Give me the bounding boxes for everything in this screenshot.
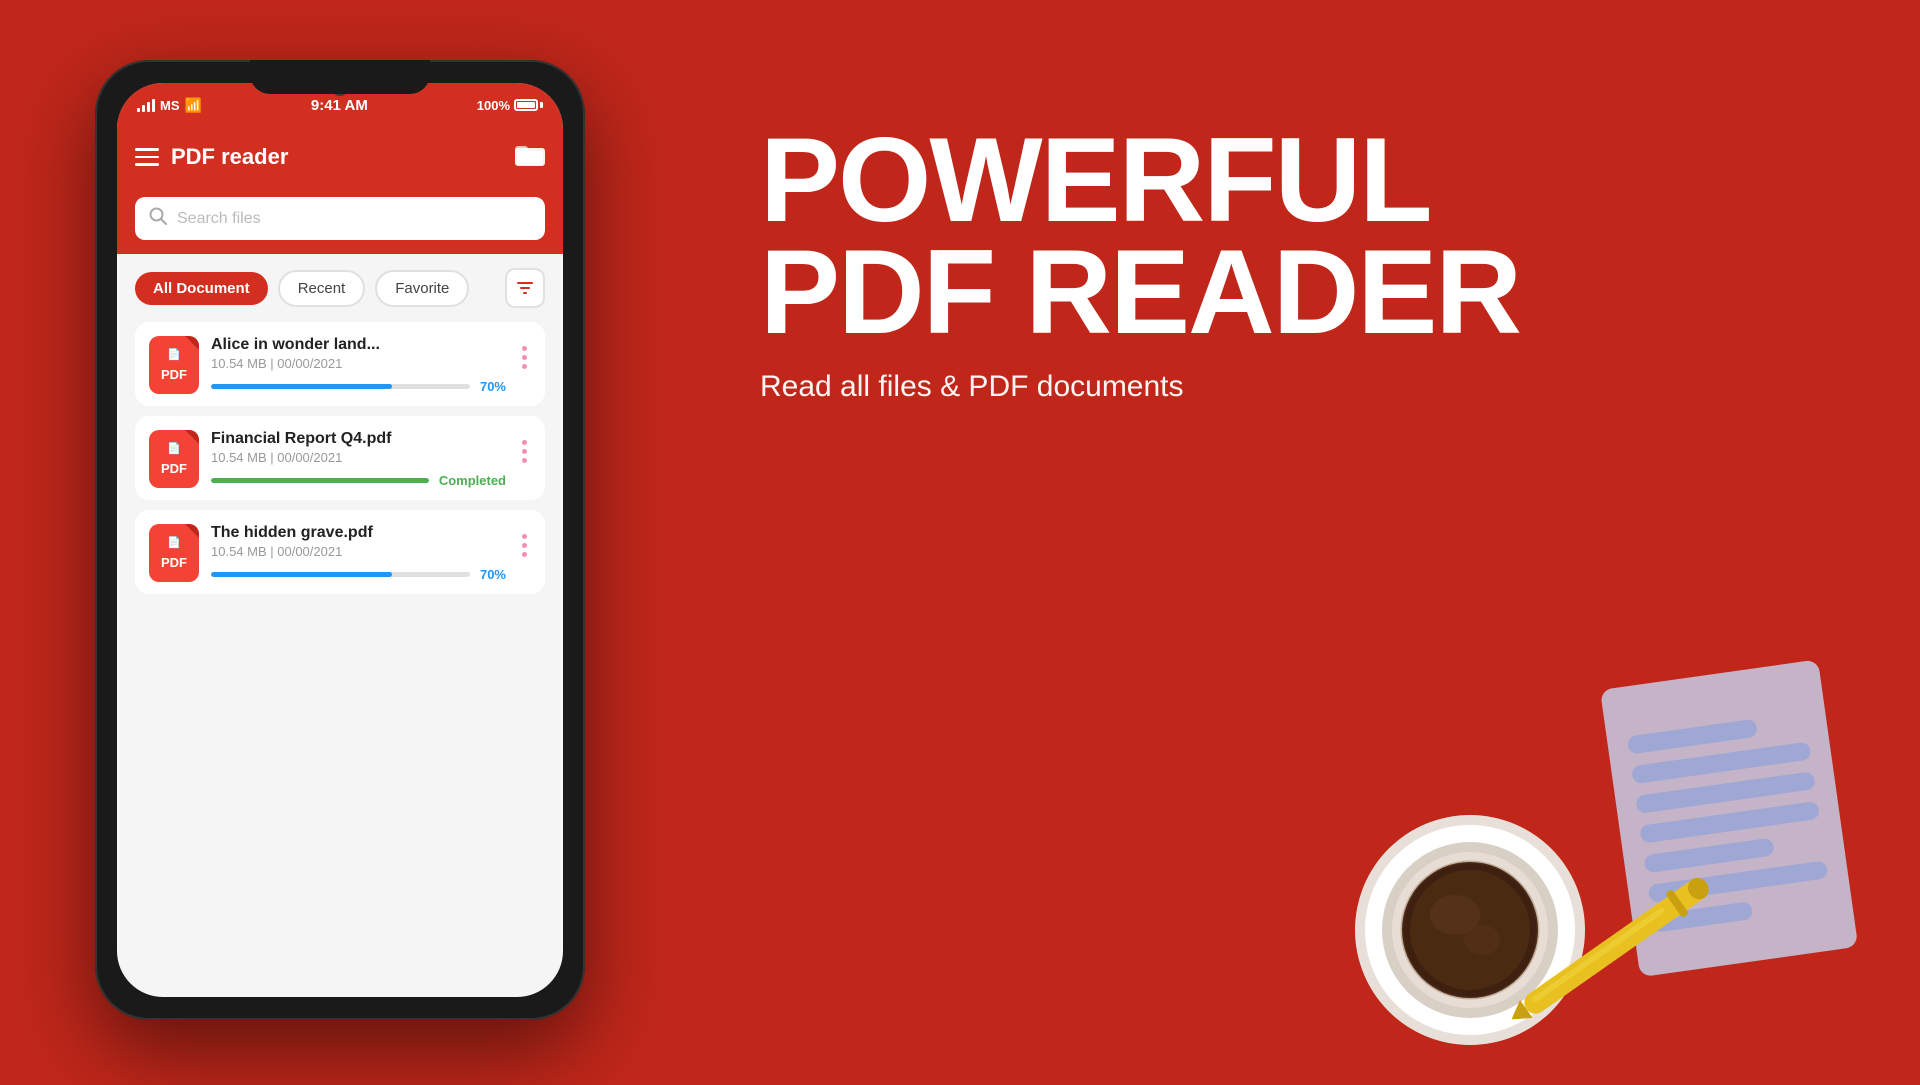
- progress-row: Completed: [211, 473, 506, 488]
- filter-tabs: All Document Recent Favorite: [117, 254, 563, 322]
- hero-title-line1: POWERFUL: [760, 120, 1431, 240]
- progress-label: 70%: [480, 379, 506, 394]
- search-container: Search files: [117, 187, 563, 254]
- more-options-button[interactable]: [518, 346, 531, 369]
- list-item[interactable]: 📄 PDF Financial Report Q4.pdf 10.54 MB |…: [135, 416, 545, 500]
- signal-bars-icon: [137, 98, 155, 112]
- pdf-file-icon: 📄 PDF: [149, 524, 199, 582]
- progress-row: 70%: [211, 567, 506, 582]
- tab-all-document[interactable]: All Document: [135, 272, 268, 305]
- pdf-file-icon: 📄 PDF: [149, 430, 199, 488]
- phone-shell: MS 📶 9:41 AM 100%: [95, 60, 585, 1020]
- file-meta: 10.54 MB | 00/00/2021: [211, 544, 506, 559]
- file-name: Alice in wonder land...: [211, 336, 506, 354]
- filter-icon[interactable]: [505, 268, 545, 308]
- tab-recent[interactable]: Recent: [278, 270, 366, 307]
- carrier-label: MS: [160, 98, 180, 113]
- app-title: PDF reader: [171, 144, 515, 170]
- hero-subtitle: Read all files & PDF documents: [760, 370, 1184, 404]
- search-bar[interactable]: Search files: [135, 197, 545, 240]
- progress-row: 70%: [211, 379, 506, 394]
- file-name: The hidden grave.pdf: [211, 524, 506, 542]
- phone-screen: MS 📶 9:41 AM 100%: [117, 83, 563, 997]
- file-info: Financial Report Q4.pdf 10.54 MB | 00/00…: [211, 430, 506, 488]
- file-name: Financial Report Q4.pdf: [211, 430, 506, 448]
- decorations: [1320, 630, 1920, 1080]
- progress-bar: [211, 384, 470, 389]
- progress-fill: [211, 384, 392, 389]
- phone-mockup-section: MS 📶 9:41 AM 100%: [0, 0, 680, 1080]
- battery-percent: 100%: [477, 98, 510, 113]
- menu-hamburger-icon[interactable]: [135, 148, 159, 166]
- file-meta: 10.54 MB | 00/00/2021: [211, 356, 506, 371]
- file-list: 📄 PDF Alice in wonder land... 10.54 MB |…: [117, 322, 563, 604]
- list-item[interactable]: 📄 PDF Alice in wonder land... 10.54 MB |…: [135, 322, 545, 406]
- progress-label: 70%: [480, 567, 506, 582]
- folder-icon[interactable]: [515, 142, 545, 173]
- progress-label: Completed: [439, 473, 506, 488]
- file-info: Alice in wonder land... 10.54 MB | 00/00…: [211, 336, 506, 394]
- pdf-file-icon: 📄 PDF: [149, 336, 199, 394]
- progress-fill: [211, 572, 392, 577]
- progress-fill: [211, 478, 429, 483]
- list-item[interactable]: 📄 PDF The hidden grave.pdf 10.54 MB | 00…: [135, 510, 545, 594]
- search-icon: [149, 207, 167, 230]
- phone-notch: [250, 60, 430, 94]
- status-time: 9:41 AM: [311, 97, 368, 114]
- more-options-button[interactable]: [518, 440, 531, 463]
- status-left: MS 📶: [137, 97, 202, 114]
- progress-bar: [211, 572, 470, 577]
- more-options-button[interactable]: [518, 534, 531, 557]
- tab-favorite[interactable]: Favorite: [375, 270, 469, 307]
- wifi-icon: 📶: [185, 97, 202, 114]
- app-header: PDF reader: [117, 127, 563, 187]
- progress-bar: [211, 478, 429, 483]
- hero-title-line2: PDF READER: [760, 232, 1520, 352]
- status-right: 100%: [477, 98, 543, 113]
- hero-section: POWERFUL PDF READER Read all files & PDF…: [680, 0, 1920, 1080]
- file-meta: 10.54 MB | 00/00/2021: [211, 450, 506, 465]
- search-placeholder: Search files: [177, 210, 261, 228]
- battery-icon: [514, 99, 543, 111]
- file-info: The hidden grave.pdf 10.54 MB | 00/00/20…: [211, 524, 506, 582]
